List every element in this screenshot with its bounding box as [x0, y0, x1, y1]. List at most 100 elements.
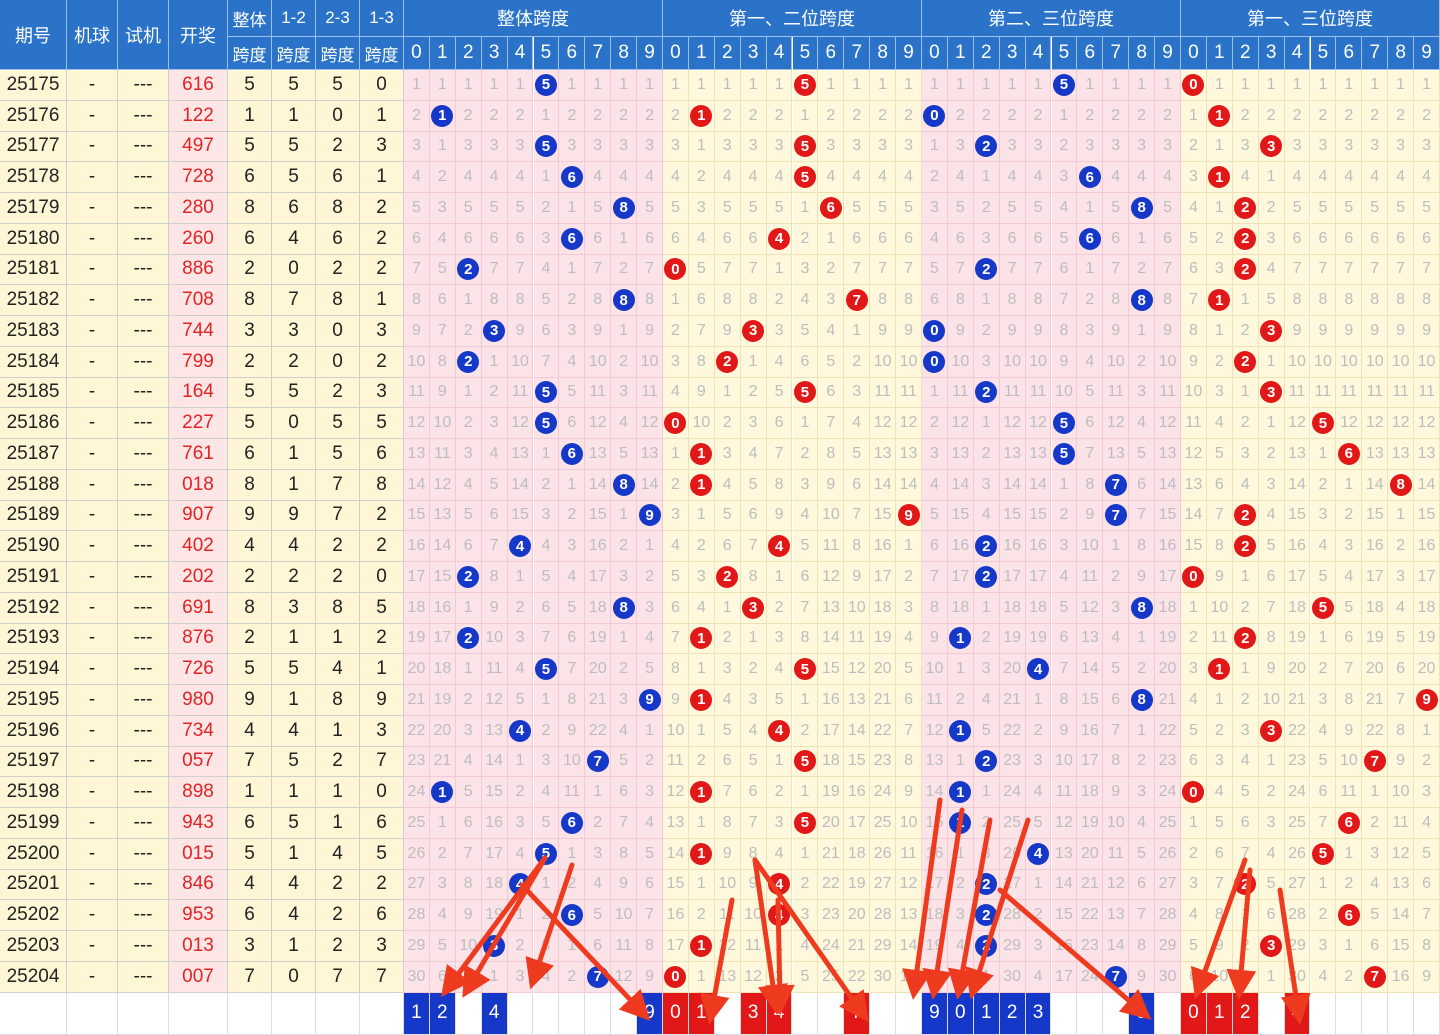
span-2-3-cell: 2 — [316, 746, 360, 778]
miss-count-cell: 3 — [663, 500, 689, 532]
miss-count-cell: 6 — [1181, 961, 1207, 993]
trial-cell: --- — [118, 70, 169, 101]
miss-count-cell: 15 — [585, 500, 612, 532]
miss-count-cell: 1 — [1258, 162, 1285, 193]
miss-count-cell: 13 — [922, 746, 948, 778]
miss-count-cell: 14 — [481, 746, 508, 778]
forecast-digit: 2 — [1232, 992, 1258, 1034]
digit-header: 7 — [1362, 37, 1389, 70]
miss-count-cell: 1 — [922, 377, 948, 409]
miss-count-cell: 1 — [1181, 808, 1207, 839]
hit-cell: 6 — [818, 193, 845, 224]
overall-span-cell: 6 — [228, 900, 272, 931]
miss-count-cell: 1 — [1155, 70, 1181, 101]
hit-ball: 6 — [560, 166, 583, 189]
miss-count-cell: 3 — [1336, 131, 1363, 163]
miss-count-cell: 2 — [766, 777, 793, 808]
miss-count-cell: 1 — [1388, 70, 1415, 101]
miss-count-cell: 3 — [1129, 131, 1156, 163]
miss-count-cell: 14 — [896, 469, 922, 501]
miss-count-cell: 1 — [533, 100, 560, 132]
miss-count-cell: 25 — [818, 961, 845, 993]
hit-cell: 9 — [637, 500, 663, 532]
miss-count-cell: 8 — [714, 285, 741, 316]
issue-cell: 25195 — [0, 685, 67, 716]
miss-count-cell: 1 — [818, 223, 845, 255]
footer-blank-cell — [360, 992, 404, 1035]
miss-count-cell: 7 — [533, 346, 560, 378]
hit-cell: 2 — [1232, 531, 1259, 562]
miss-count-cell: 3 — [1258, 223, 1285, 255]
miss-count-cell: 17 — [922, 869, 948, 901]
span-1-2-cell: 7 — [272, 285, 316, 316]
miss-count-cell: 3 — [1025, 931, 1052, 962]
hit-ball: 5 — [793, 658, 816, 681]
miss-count-cell: 7 — [1284, 254, 1311, 286]
miss-count-cell: 6 — [663, 592, 689, 624]
miss-count-cell: 19 — [870, 623, 897, 655]
miss-count-cell: 14 — [1181, 500, 1207, 532]
miss-count-cell: 9 — [999, 316, 1026, 347]
hit-cell: 8 — [611, 193, 638, 224]
miss-count-cell: 6 — [637, 223, 663, 255]
miss-count-cell: 2 — [1206, 346, 1233, 378]
miss-count-cell: 7 — [404, 254, 430, 286]
miss-count-cell: 5 — [1103, 193, 1130, 224]
miss-count-cell: 7 — [1129, 500, 1156, 532]
machine-cell: - — [67, 961, 118, 993]
miss-count-cell: 11 — [455, 961, 482, 993]
hit-ball: 2 — [975, 381, 998, 404]
miss-count-cell: 3 — [559, 316, 586, 347]
miss-count-cell: 2 — [947, 100, 974, 132]
digit-header: 4 — [1025, 37, 1052, 70]
miss-count-cell: 5 — [714, 193, 741, 224]
miss-count-cell: 20 — [404, 654, 430, 685]
miss-count-cell: 7 — [1129, 900, 1156, 931]
miss-count-cell: 2 — [507, 100, 534, 132]
hit-cell: 7 — [1362, 961, 1389, 993]
miss-count-cell: 7 — [1362, 254, 1389, 286]
miss-count-cell: 4 — [714, 469, 741, 501]
miss-count-cell: 1 — [844, 70, 871, 101]
miss-count-cell: 1 — [559, 931, 586, 962]
miss-count-cell: 2 — [1336, 100, 1363, 132]
miss-count-cell: 13 — [714, 961, 741, 993]
miss-count-cell: 6 — [1388, 654, 1415, 685]
issue-cell: 25198 — [0, 777, 67, 808]
miss-count-cell: 4 — [1310, 162, 1337, 193]
miss-count-cell: 3 — [766, 131, 793, 163]
overall-span-cell: 4 — [228, 715, 272, 747]
miss-count-cell: 2 — [1310, 900, 1337, 931]
hit-ball: 5 — [793, 135, 816, 158]
miss-count-cell: 5 — [714, 500, 741, 532]
miss-count-cell: 1 — [973, 777, 1000, 808]
hit-cell: 1 — [688, 777, 715, 808]
forecast-cell — [533, 992, 560, 1035]
miss-count-cell: 8 — [688, 346, 715, 378]
miss-count-cell: 3 — [663, 131, 689, 163]
miss-count-cell: 10 — [999, 346, 1026, 378]
overall-span-cell: 8 — [228, 592, 272, 624]
miss-count-cell: 5 — [1414, 838, 1440, 870]
hit-ball: 4 — [509, 535, 532, 558]
miss-count-cell: 2 — [1310, 469, 1337, 501]
miss-count-cell: 15 — [663, 869, 689, 901]
miss-count-cell: 10 — [663, 715, 689, 747]
miss-count-cell: 13 — [404, 439, 430, 470]
draw-cell: 761 — [169, 439, 228, 470]
miss-count-cell: 7 — [1155, 254, 1181, 286]
issue-cell: 25189 — [0, 500, 67, 532]
miss-count-cell: 13 — [1388, 869, 1415, 901]
miss-count-cell: 3 — [1181, 869, 1207, 901]
miss-count-cell: 3 — [559, 531, 586, 562]
miss-count-cell: 15 — [818, 654, 845, 685]
hit-cell: 7 — [585, 961, 612, 993]
miss-count-cell: 8 — [481, 285, 508, 316]
miss-count-cell: 16 — [1077, 715, 1104, 747]
miss-count-cell: 13 — [1155, 439, 1181, 470]
miss-count-cell: 1 — [714, 377, 741, 409]
miss-count-cell: 7 — [1310, 254, 1337, 286]
miss-count-cell: 11 — [1103, 838, 1130, 870]
hit-ball: 7 — [586, 750, 609, 773]
span-1-3-cell: 5 — [360, 592, 404, 624]
